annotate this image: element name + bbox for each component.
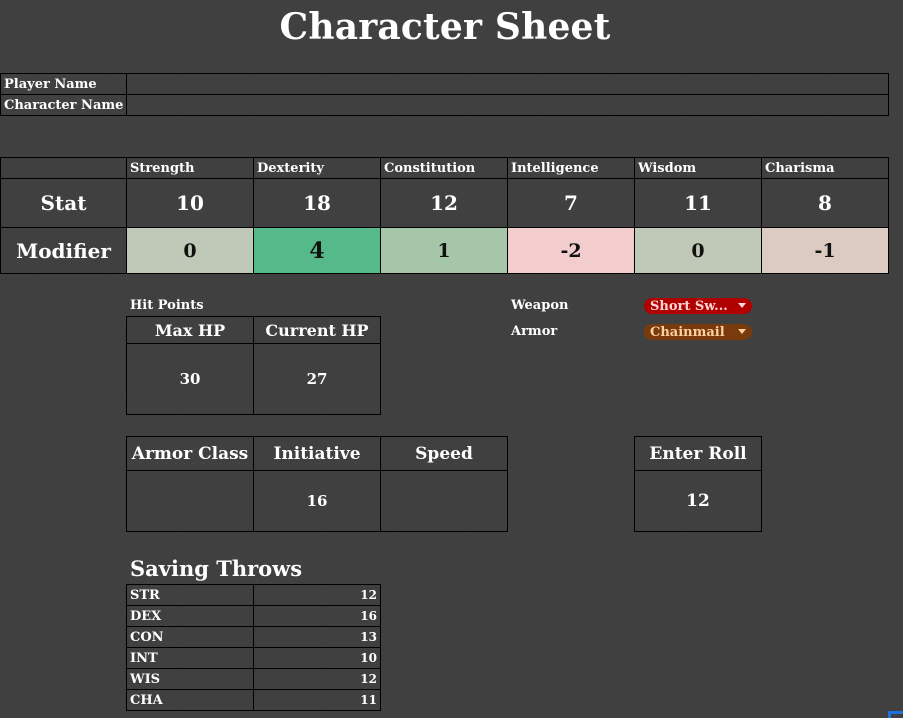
stat-row-label: Stat — [0, 178, 127, 228]
character-name-field[interactable] — [126, 94, 889, 116]
enter-roll-value[interactable]: 12 — [634, 470, 762, 532]
max-hp-value[interactable]: 30 — [126, 343, 254, 415]
page-title: Character Sheet — [279, 6, 611, 48]
current-hp-value[interactable]: 27 — [253, 343, 381, 415]
modifier-intelligence[interactable]: -2 — [507, 227, 635, 274]
modifier-charisma[interactable]: -1 — [761, 227, 889, 274]
stat-strength[interactable]: 10 — [126, 178, 254, 228]
saving-throw-label-str: STR — [126, 584, 254, 606]
chevron-down-icon — [738, 329, 746, 334]
stat-constitution[interactable]: 12 — [380, 178, 508, 228]
enter-roll-header: Enter Roll — [634, 436, 762, 471]
weapon-value: Short Sw... — [650, 298, 728, 314]
saving-throw-label-dex: DEX — [126, 605, 254, 627]
weapon-dropdown[interactable]: Short Sw... — [644, 298, 752, 314]
speed-value[interactable] — [380, 470, 508, 532]
saving-throws-title: Saving Throws — [130, 556, 303, 581]
armor-class-header: Armor Class — [126, 436, 254, 471]
player-name-field[interactable] — [126, 73, 889, 95]
modifier-row-label: Modifier — [0, 227, 127, 274]
saving-throw-value-cha[interactable]: 11 — [253, 689, 381, 711]
initiative-header: Initiative — [253, 436, 381, 471]
saving-throw-value-int[interactable]: 10 — [253, 647, 381, 669]
ability-header-strength: Strength — [126, 157, 254, 179]
saving-throw-value-con[interactable]: 13 — [253, 626, 381, 648]
ability-header-wisdom: Wisdom — [634, 157, 762, 179]
saving-throw-value-dex[interactable]: 16 — [253, 605, 381, 627]
saving-throw-value-wis[interactable]: 12 — [253, 668, 381, 690]
saving-throw-label-wis: WIS — [126, 668, 254, 690]
ability-header-corner — [0, 157, 127, 179]
armor-value: Chainmail — [650, 324, 725, 340]
ability-header-dexterity: Dexterity — [253, 157, 381, 179]
ability-header-constitution: Constitution — [380, 157, 508, 179]
armor-label: Armor — [511, 324, 558, 339]
armor-dropdown[interactable]: Chainmail — [644, 324, 752, 340]
stat-dexterity[interactable]: 18 — [253, 178, 381, 228]
max-hp-header: Max HP — [126, 316, 254, 344]
weapon-label: Weapon — [511, 298, 569, 313]
modifier-strength[interactable]: 0 — [126, 227, 254, 274]
ability-header-intelligence: Intelligence — [507, 157, 635, 179]
current-hp-header: Current HP — [253, 316, 381, 344]
stat-wisdom[interactable]: 11 — [634, 178, 762, 228]
hit-points-label: Hit Points — [130, 298, 204, 313]
character-name-label: Character Name — [0, 94, 127, 116]
stat-intelligence[interactable]: 7 — [507, 178, 635, 228]
ability-header-charisma: Charisma — [761, 157, 889, 179]
stat-charisma[interactable]: 8 — [761, 178, 889, 228]
armor-class-value[interactable] — [126, 470, 254, 532]
chevron-down-icon — [738, 303, 746, 308]
cell-selection-indicator[interactable] — [888, 711, 903, 718]
saving-throw-label-con: CON — [126, 626, 254, 648]
saving-throw-label-int: INT — [126, 647, 254, 669]
modifier-wisdom[interactable]: 0 — [634, 227, 762, 274]
speed-header: Speed — [380, 436, 508, 471]
initiative-value[interactable]: 16 — [253, 470, 381, 532]
player-name-label: Player Name — [0, 73, 127, 95]
modifier-constitution[interactable]: 1 — [380, 227, 508, 274]
saving-throw-value-str[interactable]: 12 — [253, 584, 381, 606]
saving-throw-label-cha: CHA — [126, 689, 254, 711]
modifier-dexterity[interactable]: 4 — [253, 227, 381, 274]
